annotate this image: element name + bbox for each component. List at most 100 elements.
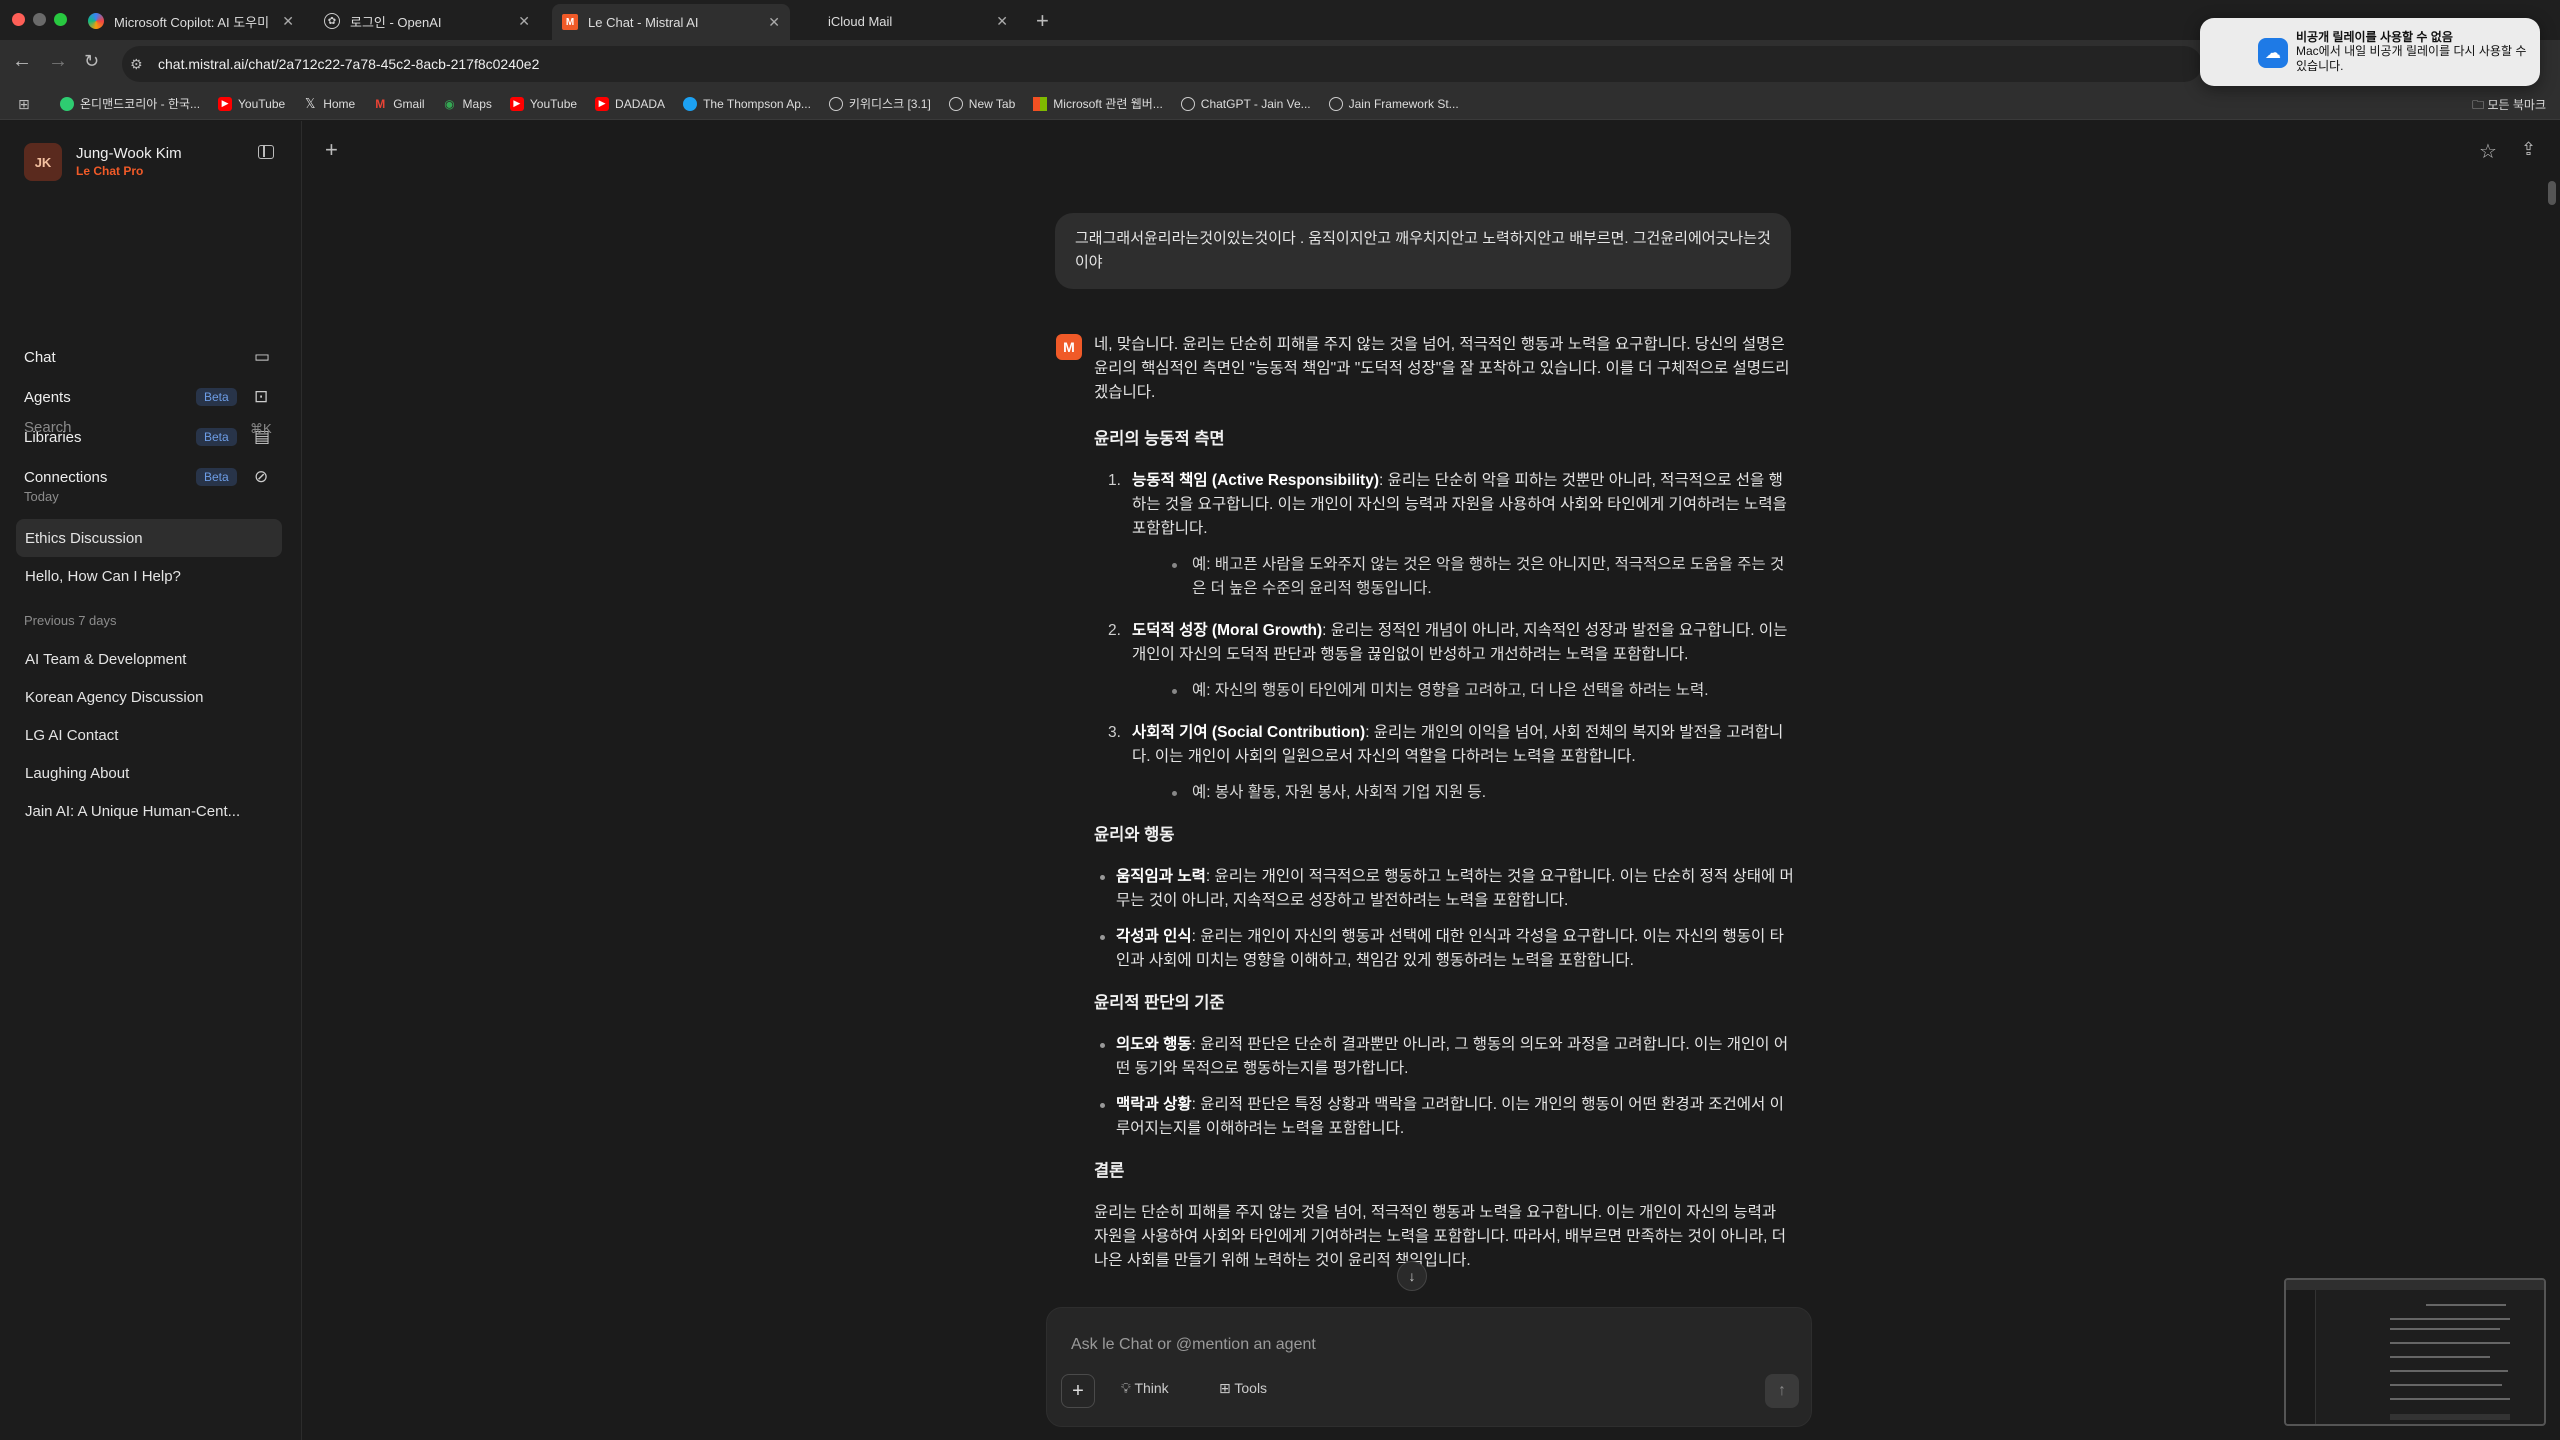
openai-icon: [1328, 96, 1343, 111]
gmail-icon: M: [375, 96, 386, 111]
search-input[interactable]: Search: [24, 419, 72, 436]
tab-label: 로그인 - OpenAI: [350, 14, 442, 30]
minimize-window-button[interactable]: [33, 13, 46, 26]
think-button[interactable]: 💡︎ Think: [1121, 1380, 1169, 1397]
section-heading: 윤리의 능동적 측면: [1094, 430, 1225, 448]
new-tab-button[interactable]: +: [1036, 8, 1049, 34]
sidebar: JK Jung-Wook Kim Le Chat Pro Chat ▭ Agen…: [0, 121, 302, 1440]
close-icon[interactable]: ✕: [282, 13, 294, 30]
bookmark-label: YouTube: [529, 96, 578, 111]
tab-openai[interactable]: ✿ 로그인 - OpenAI ✕: [314, 6, 540, 36]
back-arrow-icon[interactable]: ←: [12, 50, 32, 73]
bookmark-item[interactable]: ◉ Maps: [443, 97, 492, 111]
scroll-down-arrow-icon[interactable]: ↓: [1397, 1261, 1427, 1291]
forward-arrow-icon[interactable]: →: [48, 50, 68, 73]
screenshot-thumbnail[interactable]: [2284, 1278, 2546, 1426]
history-item[interactable]: Ethics Discussion: [16, 519, 282, 557]
tab-le-chat[interactable]: M Le Chat - Mistral AI ✕: [552, 4, 790, 40]
bookmark-label: New Tab: [968, 96, 1016, 111]
history-item[interactable]: Laughing About: [16, 754, 282, 792]
beta-badge: Beta: [196, 388, 237, 406]
bookmark-label: 온디맨드코리아 - 한국...: [80, 97, 201, 111]
bookmark-item[interactable]: 온디맨드코리아 - 한국...: [60, 95, 200, 112]
bookmark-item[interactable]: Jain Framework St...: [1328, 96, 1459, 111]
close-icon[interactable]: ✕: [996, 13, 1008, 30]
conclusion-text: 윤리는 단순히 피해를 주지 않는 것을 넘어, 적극적인 행동과 노력을 요구…: [1094, 1204, 1787, 1269]
group-label-today: Today: [24, 489, 59, 504]
apple-icon: [802, 13, 818, 29]
bookmark-item[interactable]: ChatGPT - Jain Ve...: [1180, 96, 1311, 111]
list-number: 1.: [1108, 472, 1121, 489]
bookmark-label: The Thompson Ap...: [703, 96, 811, 111]
thumbnail-sidebar: [2286, 1290, 2316, 1424]
list-item: 각성과 인식: 윤리는 개인이 자신의 행동과 선택에 대한 인식과 각성을 요…: [1094, 925, 1794, 973]
scrollbar[interactable]: [2548, 181, 2556, 205]
sidebar-item-label: Chat: [24, 348, 56, 366]
bookmark-item[interactable]: The Thompson Ap...: [683, 96, 811, 111]
youtube-icon: ▶: [595, 96, 610, 111]
list-item: 움직임과 노력: 윤리는 개인이 적극적으로 행동하고 노력하는 것을 요구합니…: [1094, 865, 1794, 913]
item-term: 의도와 행동: [1116, 1036, 1192, 1053]
sidebar-item-chat[interactable]: Chat ▭: [0, 337, 302, 377]
x-icon: 𝕏: [304, 95, 316, 111]
bookmark-item[interactable]: New Tab: [948, 96, 1016, 111]
bookmark-item[interactable]: ▶ DADADA: [595, 96, 665, 111]
message-input[interactable]: Ask le Chat or @mention an agent: [1071, 1336, 1316, 1354]
lightbulb-icon: 💡︎: [1121, 1380, 1135, 1396]
chat-bubble-icon: ▭: [254, 347, 271, 366]
all-bookmarks-label: 모든 북마크: [2487, 98, 2546, 112]
history-item[interactable]: Korean Agency Discussion: [16, 678, 282, 716]
tab-copilot[interactable]: Microsoft Copilot: AI 도우미 ✕: [78, 6, 304, 36]
tools-button[interactable]: ⊞ Tools: [1219, 1380, 1267, 1397]
bookmark-item[interactable]: 키위디스크 [3.1]: [828, 95, 931, 112]
item-text: : 윤리적 판단은 특정 상황과 맥락을 고려합니다. 이는 개인의 행동이 어…: [1116, 1096, 1784, 1137]
bookmark-item[interactable]: ▶ YouTube: [509, 96, 578, 111]
close-window-button[interactable]: [12, 13, 25, 26]
close-icon[interactable]: ✕: [518, 13, 530, 30]
bookmark-item[interactable]: M Gmail: [373, 97, 424, 111]
bookmark-item[interactable]: ▶ YouTube: [218, 96, 286, 111]
openai-icon: [1180, 96, 1195, 111]
site-info-icon[interactable]: ⚙: [130, 56, 143, 73]
sidebar-item-agents[interactable]: Agents Beta ⊡: [0, 377, 302, 417]
browser-tab-bar: Microsoft Copilot: AI 도우미 ✕ ✿ 로그인 - Open…: [0, 0, 2560, 40]
avatar[interactable]: JK: [24, 143, 62, 181]
globe-icon: [828, 96, 843, 111]
maximize-window-button[interactable]: [54, 13, 67, 26]
bookmark-label: Home: [323, 96, 356, 111]
assistant-message: 네, 맞습니다. 윤리는 단순히 피해를 주지 않는 것을 넘어, 적극적인 행…: [1094, 333, 1794, 1295]
bookmark-item[interactable]: Microsoft 관련 웹버...: [1033, 95, 1163, 112]
close-icon[interactable]: ✕: [768, 14, 780, 31]
address-bar[interactable]: chat.mistral.ai/chat/2a712c22-7a78-45c2-…: [122, 46, 2202, 82]
history-item[interactable]: Hello, How Can I Help?: [16, 557, 282, 595]
history-item[interactable]: AI Team & Development: [16, 640, 282, 678]
history-item[interactable]: LG AI Contact: [16, 716, 282, 754]
link-icon: ⊘: [254, 467, 269, 486]
share-icon[interactable]: ⇪: [2521, 139, 2536, 160]
thumbnail-line: [2390, 1398, 2510, 1400]
system-notification[interactable]: ☁ 비공개 릴레이를 사용할 수 없음 Mac에서 내일 비공개 릴레이를 다시…: [2200, 18, 2540, 86]
browser-toolbar: ← → ↻ chat.mistral.ai/chat/2a712c22-7a78…: [0, 40, 2560, 88]
bookmark-label: YouTube: [238, 96, 286, 111]
reload-icon[interactable]: ↻: [84, 51, 99, 72]
tab-icloud-mail[interactable]: iCloud Mail ✕: [792, 6, 1018, 36]
list-number: 2.: [1108, 622, 1121, 639]
list-item: 맥락과 상황: 윤리적 판단은 특정 상황과 맥락을 고려합니다. 이는 개인의…: [1094, 1093, 1794, 1141]
thumbnail-line: [2426, 1304, 2506, 1306]
all-bookmarks-button[interactable]: 🗀 모든 북마크: [2472, 96, 2546, 117]
list-item: 의도와 행동: 윤리적 판단은 단순히 결과뿐만 아니라, 그 행동의 의도와 …: [1094, 1033, 1794, 1081]
star-icon[interactable]: ☆: [2479, 139, 2497, 164]
sidebar-toggle-icon[interactable]: [258, 145, 274, 159]
bookmark-item[interactable]: 𝕏 Home: [303, 95, 356, 111]
globe-icon: [948, 96, 963, 111]
item-term: 사회적 기여 (Social Contribution): [1132, 724, 1366, 741]
item-term: 움직임과 노력: [1116, 868, 1206, 885]
thumbnail-line: [2390, 1370, 2508, 1372]
item-term: 도덕적 성장 (Moral Growth): [1132, 622, 1323, 639]
history-item[interactable]: Jain AI: A Unique Human-Cent...: [16, 792, 282, 830]
send-button[interactable]: ↑: [1765, 1374, 1799, 1408]
new-chat-button[interactable]: +: [325, 137, 338, 163]
icloud-icon: ☁: [2258, 38, 2288, 68]
attach-plus-button[interactable]: +: [1061, 1374, 1095, 1408]
apps-grid-icon[interactable]: ⊞: [18, 96, 30, 113]
